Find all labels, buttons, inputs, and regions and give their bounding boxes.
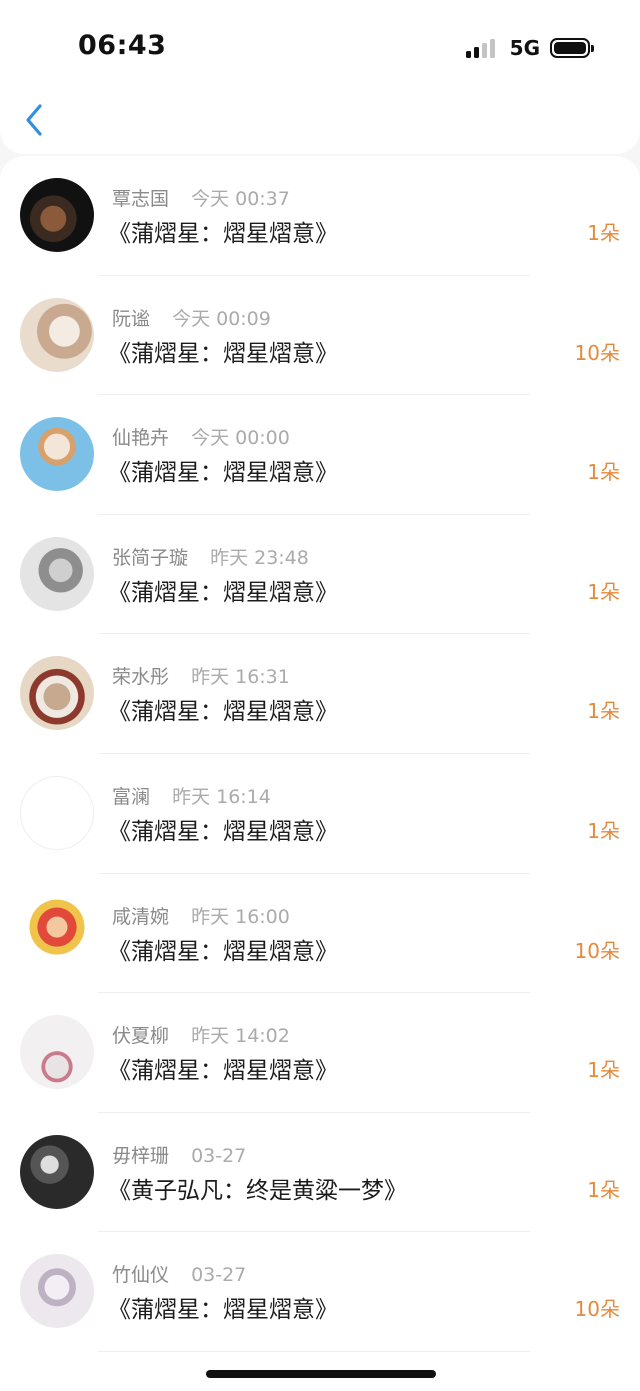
item-meta: 荣水彤 昨天 16:31 [112, 662, 290, 689]
header: 06:43 5G [0, 0, 640, 154]
sent-time: 03-27 [191, 1264, 247, 1287]
sender-name: 阮谧 [112, 307, 151, 330]
avatar[interactable] [20, 1134, 94, 1209]
item-meta: 毋梓珊 03-27 [112, 1141, 246, 1168]
list-item[interactable]: 富澜 昨天 16:14 《蒲熠星：熠星熠意》 1朵 [0, 754, 640, 874]
book-title: 《蒲熠星：熠星熠意》 [108, 938, 338, 965]
avatar[interactable] [20, 656, 94, 731]
flower-count: 1朵 [587, 579, 620, 604]
list-item[interactable]: 伏夏柳 昨天 14:02 《蒲熠星：熠星熠意》 1朵 [0, 993, 640, 1113]
status-icons: 5G [465, 34, 594, 62]
list-item[interactable]: 阮谧 今天 00:09 《蒲熠星：熠星熠意》 10朵 [0, 276, 640, 396]
avatar[interactable] [20, 417, 94, 492]
flower-count: 1朵 [587, 1177, 620, 1202]
book-title: 《蒲熠星：熠星熠意》 [108, 340, 338, 367]
book-title: 《蒲熠星：熠星熠意》 [108, 1058, 338, 1085]
sender-name: 咸清婉 [112, 905, 170, 928]
sent-time: 昨天 16:00 [191, 905, 290, 928]
sender-name: 富澜 [112, 785, 151, 808]
battery-icon [550, 38, 594, 58]
signal-icon [465, 38, 498, 58]
gift-record-list: 覃志国 今天 00:37 《蒲熠星：熠星熠意》 1朵 阮谧 今天 00:09 《… [0, 156, 640, 1391]
item-meta: 阮谧 今天 00:09 [112, 304, 271, 331]
list-item[interactable]: 张简子璇 昨天 23:48 《蒲熠星：熠星熠意》 1朵 [0, 515, 640, 635]
sent-time: 昨天 16:31 [191, 666, 290, 689]
screen: 06:43 5G 覃志国 今天 00:37 《蒲熠星：熠星熠意》 1朵 阮谧 今… [0, 0, 640, 1391]
flower-count: 1朵 [587, 221, 620, 245]
sender-name: 覃志国 [112, 188, 170, 210]
item-meta: 咸清婉 昨天 16:00 [112, 902, 290, 929]
list-item[interactable]: 竹仙仪 03-27 《蒲熠星：熠星熠意》 10朵 [0, 1232, 640, 1352]
status-time: 06:43 [78, 30, 167, 61]
book-title: 《蒲熠星：熠星熠意》 [108, 699, 338, 726]
flower-count: 1朵 [587, 818, 620, 843]
item-meta: 伏夏柳 昨天 14:02 [112, 1021, 290, 1048]
sent-time: 今天 00:09 [172, 307, 271, 330]
network-label: 5G [509, 36, 540, 60]
flower-count: 1朵 [587, 1058, 620, 1083]
home-indicator[interactable] [206, 1370, 436, 1378]
flower-count: 10朵 [574, 938, 620, 963]
item-meta: 张简子璇 昨天 23:48 [112, 543, 309, 570]
item-meta: 竹仙仪 03-27 [112, 1260, 246, 1287]
book-title: 《蒲熠星：熠星熠意》 [108, 818, 338, 845]
book-title: 《黄子弘凡：终是黄粱一梦》 [108, 1177, 407, 1204]
avatar[interactable] [20, 895, 94, 970]
item-meta: 富澜 昨天 16:14 [112, 782, 271, 809]
list-item[interactable]: 荣水彤 昨天 16:31 《蒲熠星：熠星熠意》 1朵 [0, 634, 640, 754]
sent-time: 03-27 [191, 1144, 247, 1167]
flower-count: 10朵 [574, 1297, 620, 1322]
avatar[interactable] [20, 536, 94, 611]
flower-count: 1朵 [587, 460, 620, 485]
avatar[interactable] [20, 178, 94, 252]
avatar[interactable] [20, 1254, 94, 1329]
sent-time: 今天 00:00 [191, 427, 290, 450]
sent-time: 昨天 16:14 [172, 785, 271, 808]
avatar[interactable] [20, 1015, 94, 1090]
item-meta: 仙艳卉 今天 00:00 [112, 423, 290, 450]
avatar[interactable] [20, 775, 94, 850]
sender-name: 仙艳卉 [112, 427, 170, 450]
list-item[interactable]: 仙艳卉 今天 00:00 《蒲熠星：熠星熠意》 1朵 [0, 395, 640, 515]
sender-name: 竹仙仪 [112, 1264, 170, 1287]
book-title: 《蒲熠星：熠星熠意》 [108, 1297, 338, 1324]
list-item[interactable]: 咸清婉 昨天 16:00 《蒲熠星：熠星熠意》 10朵 [0, 874, 640, 994]
item-meta: 覃志国 今天 00:37 [112, 184, 290, 211]
list-item[interactable]: 覃志国 今天 00:37 《蒲熠星：熠星熠意》 1朵 [0, 156, 640, 276]
sender-name: 荣水彤 [112, 666, 170, 689]
flower-count: 1朵 [587, 699, 620, 724]
sender-name: 毋梓珊 [112, 1144, 170, 1167]
sent-time: 今天 00:37 [191, 188, 290, 210]
book-title: 《蒲熠星：熠星熠意》 [108, 579, 338, 606]
list-item[interactable]: 毋梓珊 03-27 《黄子弘凡：终是黄粱一梦》 1朵 [0, 1113, 640, 1233]
sent-time: 昨天 23:48 [210, 546, 309, 569]
book-title: 《蒲熠星：熠星熠意》 [108, 221, 338, 247]
sender-name: 伏夏柳 [112, 1025, 170, 1048]
flower-count: 10朵 [574, 340, 620, 365]
avatar[interactable] [20, 297, 94, 372]
back-button[interactable] [20, 100, 50, 140]
sender-name: 张简子璇 [112, 546, 189, 569]
book-title: 《蒲熠星：熠星熠意》 [108, 460, 338, 487]
sent-time: 昨天 14:02 [191, 1025, 290, 1048]
chevron-left-icon [26, 104, 42, 136]
divider [98, 1350, 530, 1352]
